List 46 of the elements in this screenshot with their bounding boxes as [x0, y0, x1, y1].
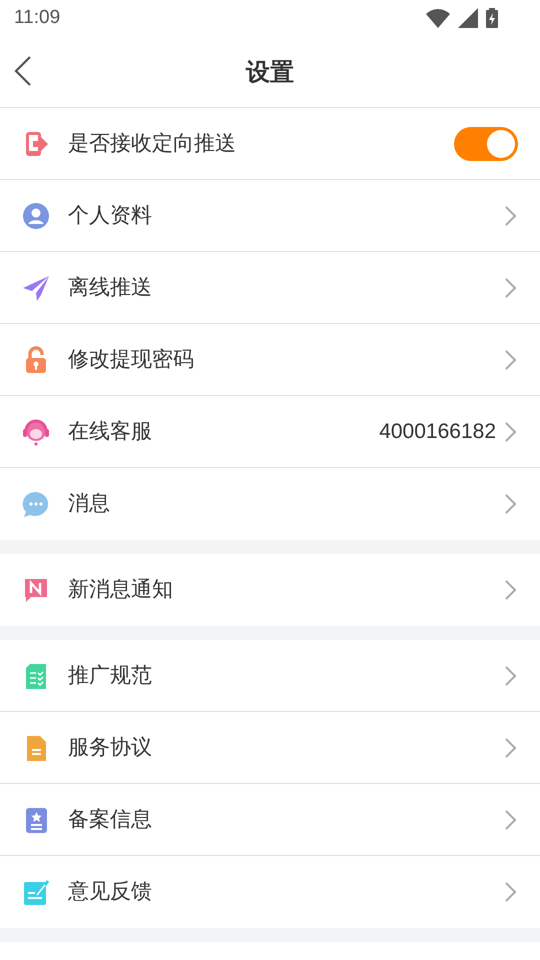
user-icon [22, 202, 50, 230]
edit-note-icon [22, 878, 50, 906]
settings-row[interactable]: 修改提现密码 [0, 324, 540, 396]
settings-row[interactable]: 备案信息 [0, 784, 540, 856]
back-icon [14, 56, 32, 86]
page-title: 设置 [246, 56, 294, 88]
settings-row[interactable]: 个人资料 [0, 180, 540, 252]
chevron-right-icon [504, 881, 518, 903]
signal-icon [458, 8, 478, 28]
back-button[interactable] [14, 56, 32, 86]
toggle-switch[interactable] [454, 126, 518, 160]
row-label: 离线推送 [68, 274, 153, 301]
settings-row[interactable]: 在线客服 4000166182 [0, 396, 540, 468]
row-label: 服务协议 [68, 734, 153, 761]
row-label: 在线客服 [68, 418, 153, 445]
chevron-right-icon [504, 420, 518, 442]
battery-icon [486, 8, 498, 28]
notification-icon [22, 576, 50, 604]
row-value: 4000166182 [379, 418, 496, 445]
row-label: 备案信息 [68, 806, 153, 833]
settings-row[interactable]: 服务协议 [0, 712, 540, 784]
row-label: 推广规范 [68, 662, 153, 689]
chevron-right-icon [504, 493, 518, 515]
settings-row[interactable]: 推广规范 [0, 640, 540, 712]
row-label: 修改提现密码 [68, 346, 195, 373]
chevron-right-icon [504, 204, 518, 226]
row-label: 是否接收定向推送 [68, 130, 237, 157]
status-time: 11:09 [14, 6, 60, 30]
chevron-right-icon [504, 808, 518, 830]
chevron-right-icon [504, 276, 518, 298]
headset-icon [22, 418, 50, 446]
chevron-right-icon [504, 736, 518, 758]
chevron-right-icon [504, 579, 518, 601]
settings-row[interactable]: 新消息通知 [0, 554, 540, 626]
row-label: 个人资料 [68, 202, 153, 229]
row-label: 意见反馈 [68, 878, 153, 906]
paper-plane-icon [22, 274, 50, 302]
row-label: 新消息通知 [68, 576, 174, 604]
settings-row[interactable]: 意见反馈 [0, 856, 540, 928]
chevron-right-icon [504, 348, 518, 370]
chevron-right-icon [504, 664, 518, 686]
settings-row[interactable]: 离线推送 [0, 252, 540, 324]
wifi-icon [426, 8, 450, 28]
chat-bubble-icon [22, 490, 50, 518]
row-label: 消息 [68, 490, 111, 518]
settings-row[interactable]: 消息 [0, 468, 540, 540]
